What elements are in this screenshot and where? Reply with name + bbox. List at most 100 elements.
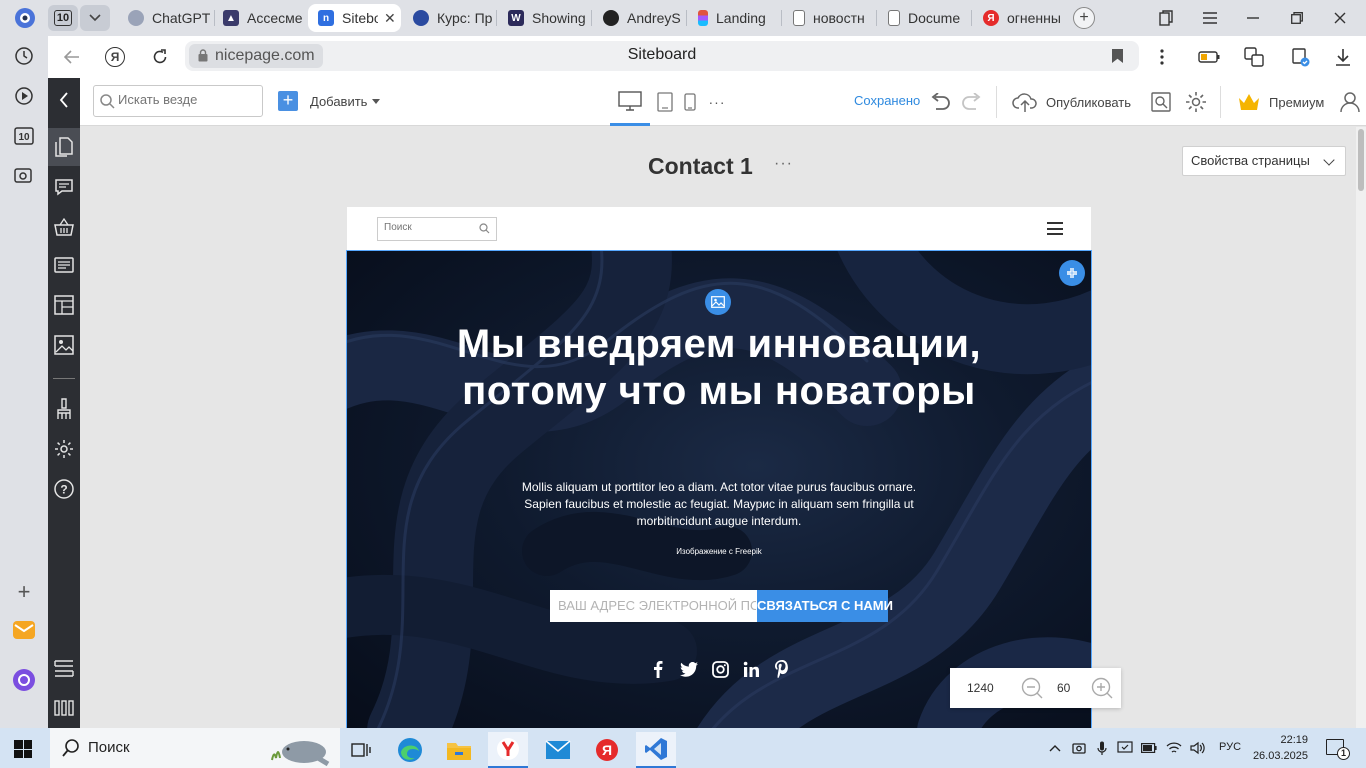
editor-canvas[interactable]: Contact 1 ··· Свойства страницы Поиск Мы… xyxy=(80,127,1356,728)
network-share-icon[interactable] xyxy=(1117,740,1133,756)
screenshot-icon[interactable] xyxy=(12,164,36,188)
add-element-button[interactable]: + Добавить xyxy=(278,90,381,112)
pages-icon[interactable] xyxy=(48,128,80,166)
zoom-in-icon[interactable] xyxy=(1091,677,1113,699)
collapse-arrow-icon[interactable] xyxy=(48,83,80,117)
facebook-icon[interactable] xyxy=(647,658,669,680)
image-credit[interactable]: Изображение с Freepik xyxy=(569,547,869,556)
undo-icon[interactable] xyxy=(928,90,952,114)
battery-tray-icon[interactable] xyxy=(1141,740,1157,756)
task-view-icon[interactable] xyxy=(341,732,381,768)
hamburger-menu-icon[interactable] xyxy=(1047,222,1063,235)
settings-gear-icon[interactable] xyxy=(48,432,80,466)
tab-assessment[interactable]: ▲ Ассесмент xyxy=(213,4,303,32)
mail-icon[interactable] xyxy=(538,732,578,768)
image-gallery-icon[interactable] xyxy=(48,328,80,362)
address-bar[interactable]: nicepage.com Siteboard xyxy=(185,41,1139,71)
zoom-value[interactable]: 60 xyxy=(1057,681,1070,695)
file-explorer-icon[interactable] xyxy=(439,732,479,768)
linkedin-icon[interactable] xyxy=(740,658,762,680)
background-image-icon[interactable] xyxy=(705,289,731,315)
user-account-icon[interactable] xyxy=(1338,90,1362,114)
tab-course[interactable]: Курс: Пр xyxy=(403,4,495,32)
scrollbar-thumb[interactable] xyxy=(1358,129,1364,191)
global-search-field[interactable] xyxy=(93,85,263,117)
restore-icon[interactable] xyxy=(1287,8,1307,28)
blocks-layout-icon[interactable] xyxy=(48,288,80,322)
tab-news[interactable]: новостн xyxy=(783,4,875,32)
battery-icon[interactable] xyxy=(1198,46,1220,68)
tab-count-side-icon[interactable]: 10 xyxy=(12,124,36,148)
add-panel-icon[interactable]: + xyxy=(12,579,36,604)
search-input[interactable] xyxy=(118,92,258,107)
yandex-button[interactable]: Я xyxy=(105,47,125,67)
email-field[interactable]: ВАШ АДРЕС ЭЛЕКТРОННОЙ ПОЧТЫ xyxy=(550,590,757,622)
zoom-out-icon[interactable] xyxy=(1021,677,1043,699)
yandex-browser-icon[interactable] xyxy=(488,732,528,768)
canvas-width-value[interactable]: 1240 xyxy=(967,681,994,695)
premium-button[interactable]: Премиум xyxy=(1237,90,1324,114)
site-settings-icon[interactable] xyxy=(1184,90,1208,114)
minimize-icon[interactable] xyxy=(1243,8,1263,28)
wifi-icon[interactable] xyxy=(1166,740,1182,756)
play-icon[interactable] xyxy=(12,84,36,108)
canvas-scrollbar[interactable] xyxy=(1356,127,1366,728)
alice-icon[interactable] xyxy=(12,668,36,692)
instagram-icon[interactable] xyxy=(709,658,731,680)
redo-icon[interactable] xyxy=(960,90,984,114)
back-arrow-icon[interactable] xyxy=(61,46,83,68)
download-icon[interactable] xyxy=(1332,46,1354,68)
tab-showing[interactable]: W Showing xyxy=(498,4,590,32)
page-preview[interactable]: Мы внедряем инновации, потому что мы нов… xyxy=(346,207,1092,728)
vscode-icon[interactable] xyxy=(636,732,676,768)
mail-app-icon[interactable] xyxy=(12,618,36,642)
taskbar-search[interactable]: Поиск xyxy=(50,728,340,768)
page-name-title[interactable]: Contact 1 xyxy=(648,153,753,180)
preview-search-input[interactable] xyxy=(384,222,474,233)
shop-icon[interactable] xyxy=(48,210,80,244)
preview-header[interactable] xyxy=(347,207,1091,251)
page-options-icon[interactable]: ··· xyxy=(774,155,793,173)
hero-heading[interactable]: Мы внедряем инновации, потому что мы нов… xyxy=(419,321,1019,415)
tab-github[interactable]: AndreyS xyxy=(593,4,685,32)
translate-icon[interactable] xyxy=(1243,46,1265,68)
camera-tray-icon[interactable] xyxy=(1071,740,1087,756)
show-hidden-icons-icon[interactable] xyxy=(1047,740,1063,756)
more-devices-icon[interactable]: ··· xyxy=(705,78,729,126)
hero-section[interactable]: Мы внедряем инновации, потому что мы нов… xyxy=(346,250,1092,728)
collections-icon[interactable] xyxy=(1156,8,1176,28)
collapse-section-icon[interactable] xyxy=(1059,260,1085,286)
contact-us-button[interactable]: СВЯЗАТЬСЯ С НАМИ xyxy=(757,590,893,622)
publish-button[interactable]: Опубликовать xyxy=(1012,90,1131,114)
preview-search-field[interactable] xyxy=(377,217,497,241)
tab-siteboard[interactable]: n Siteboard ✕ xyxy=(308,4,401,32)
tab-count-button[interactable]: 10 xyxy=(48,5,78,31)
phone-view-icon[interactable] xyxy=(680,78,700,126)
layers-panel-icon[interactable] xyxy=(48,651,80,685)
keyboard-language[interactable]: РУС xyxy=(1219,741,1241,753)
extension-icon[interactable] xyxy=(1290,46,1312,68)
windows-start-icon[interactable] xyxy=(14,740,32,758)
pinterest-icon[interactable] xyxy=(771,658,793,680)
microphone-icon[interactable] xyxy=(1094,740,1110,756)
tab-document[interactable]: Docume xyxy=(878,4,970,32)
help-icon[interactable]: ? xyxy=(48,472,80,506)
yandex-browser-logo-icon[interactable] xyxy=(12,5,38,31)
menu-icon[interactable] xyxy=(1200,8,1220,28)
new-tab-button[interactable]: + xyxy=(1073,7,1095,29)
comments-icon[interactable] xyxy=(48,170,80,204)
tab-list-dropdown-icon[interactable] xyxy=(80,5,110,31)
yandex-icon[interactable]: Я xyxy=(587,732,627,768)
blog-icon[interactable] xyxy=(48,248,80,282)
brush-icon[interactable] xyxy=(48,392,80,426)
desktop-view-icon[interactable] xyxy=(610,78,650,126)
more-options-icon[interactable] xyxy=(1151,46,1173,68)
edge-icon[interactable] xyxy=(390,732,430,768)
page-properties-dropdown[interactable]: Свойства страницы xyxy=(1182,146,1346,176)
reload-icon[interactable] xyxy=(149,46,171,68)
hero-description[interactable]: Mollis aliquam ut porttitor leo a diam. … xyxy=(519,479,919,530)
tablet-view-icon[interactable] xyxy=(654,78,676,126)
tab-chatgpt[interactable]: ChatGPT xyxy=(118,4,214,32)
history-icon[interactable] xyxy=(12,44,36,68)
volume-icon[interactable] xyxy=(1190,740,1206,756)
